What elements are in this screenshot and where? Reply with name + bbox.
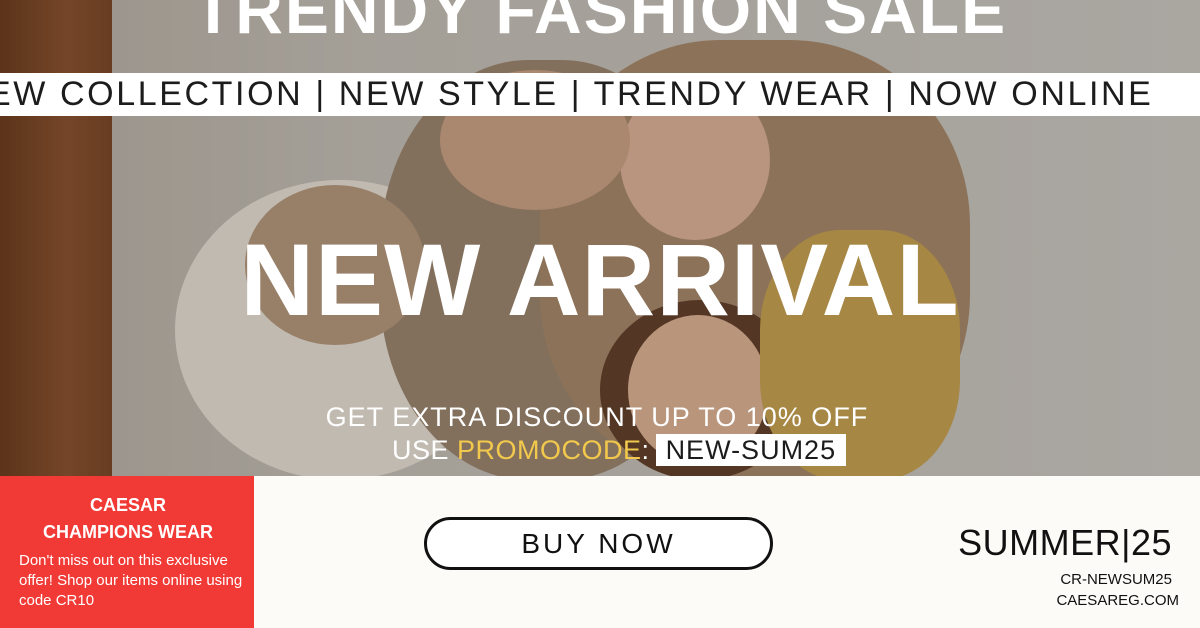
discount-code: CR-NEWSUM25 bbox=[1060, 571, 1172, 588]
brand-offer-text: Don't miss out on this exclusive offer! … bbox=[19, 552, 243, 609]
brand-box: CAESAR CHAMPIONS WEAR Don't miss out on … bbox=[0, 476, 254, 628]
brand-name-line1: CAESAR bbox=[89, 495, 166, 515]
brand-name: CAESAR CHAMPIONS WEAR bbox=[18, 492, 238, 546]
promo-line: USE PROMOCODE: NEW-SUM25 bbox=[392, 434, 847, 466]
website-link[interactable]: CAESAREG.COM bbox=[1056, 592, 1179, 609]
ticker-text: EW COLLECTION | NEW STYLE | TRENDY WEAR … bbox=[0, 75, 1154, 113]
buy-now-button[interactable]: BUY NOW bbox=[424, 517, 773, 570]
collection-ticker: EW COLLECTION | NEW STYLE | TRENDY WEAR … bbox=[0, 73, 1200, 116]
promo-colon: : bbox=[641, 435, 650, 465]
discount-text: GET EXTRA DISCOUNT UP TO 10% OFF bbox=[325, 402, 869, 432]
promo-prefix: USE bbox=[392, 435, 458, 465]
season-label: SUMMER|25 bbox=[958, 522, 1172, 563]
family-photo: TRENDY FASHION SALE EW COLLECTION | NEW … bbox=[0, 0, 1200, 476]
promo-code-badge: NEW-SUM25 bbox=[655, 434, 847, 466]
headline: NEW ARRIVAL bbox=[240, 223, 960, 337]
sale-title: TRENDY FASHION SALE bbox=[192, 0, 1008, 47]
ad-banner: TRENDY FASHION SALE EW COLLECTION | NEW … bbox=[0, 0, 1200, 628]
brand-name-line2: CHAMPIONS WEAR bbox=[43, 522, 213, 542]
promo-word: PROMOCODE bbox=[457, 435, 642, 465]
